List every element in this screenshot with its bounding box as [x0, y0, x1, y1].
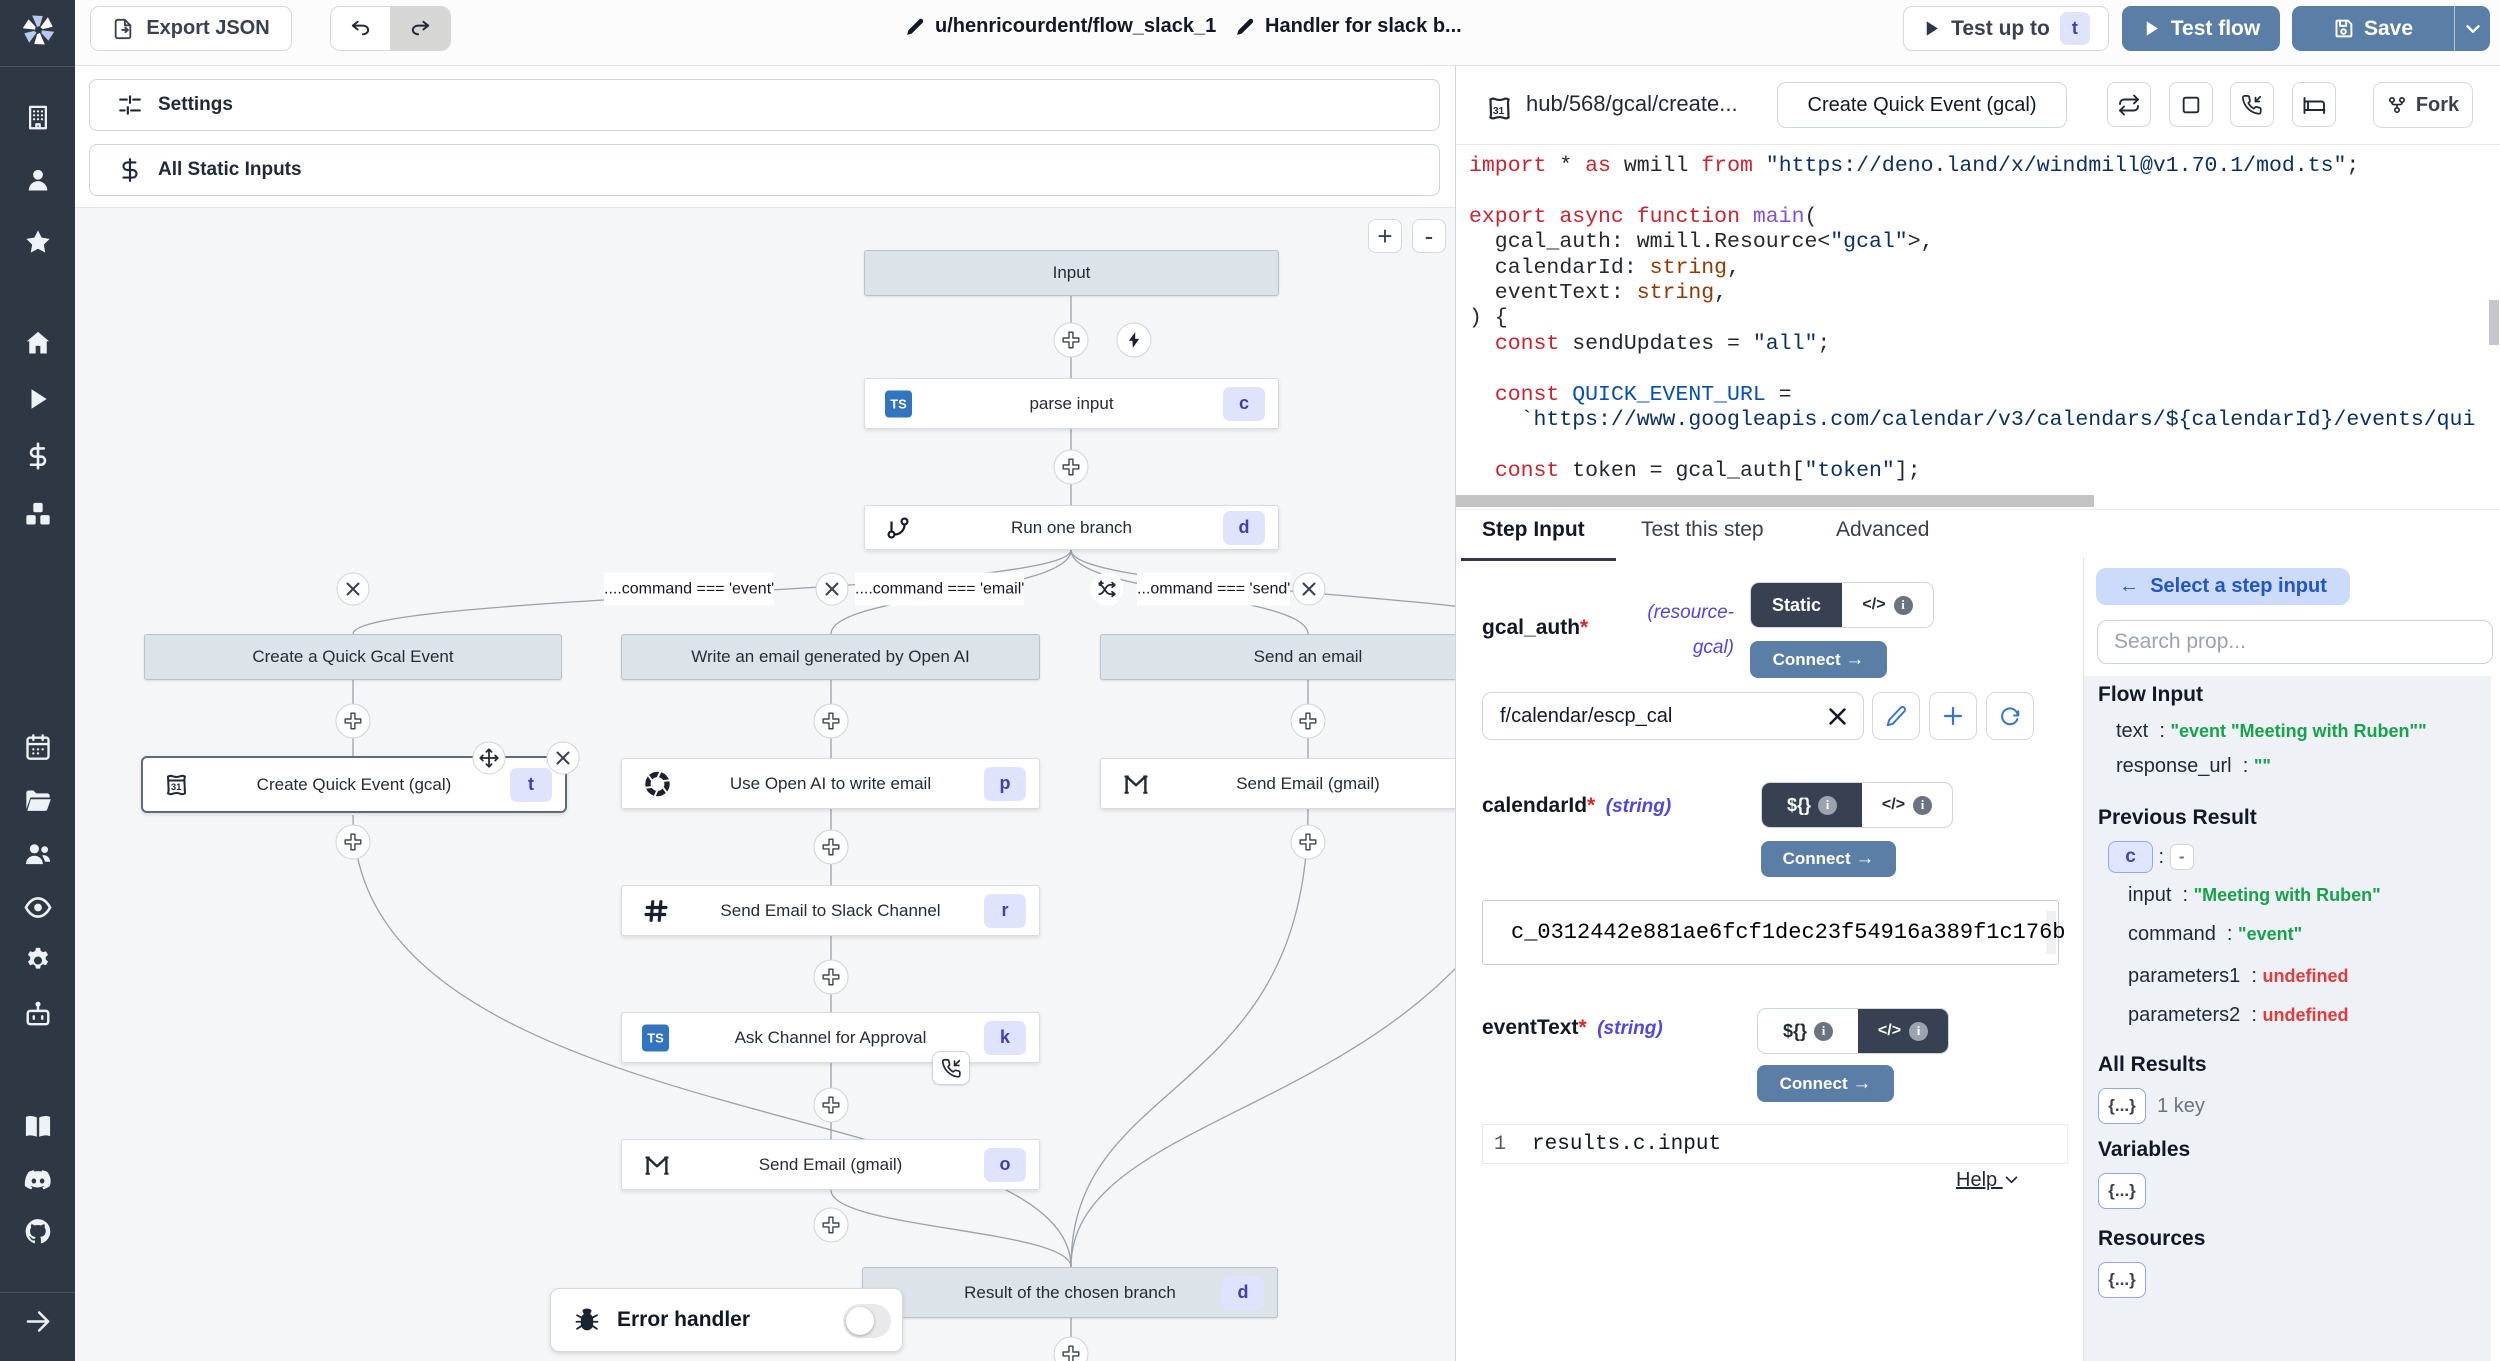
svg-text:31: 31: [1493, 106, 1505, 117]
svg-text:31: 31: [171, 782, 182, 793]
